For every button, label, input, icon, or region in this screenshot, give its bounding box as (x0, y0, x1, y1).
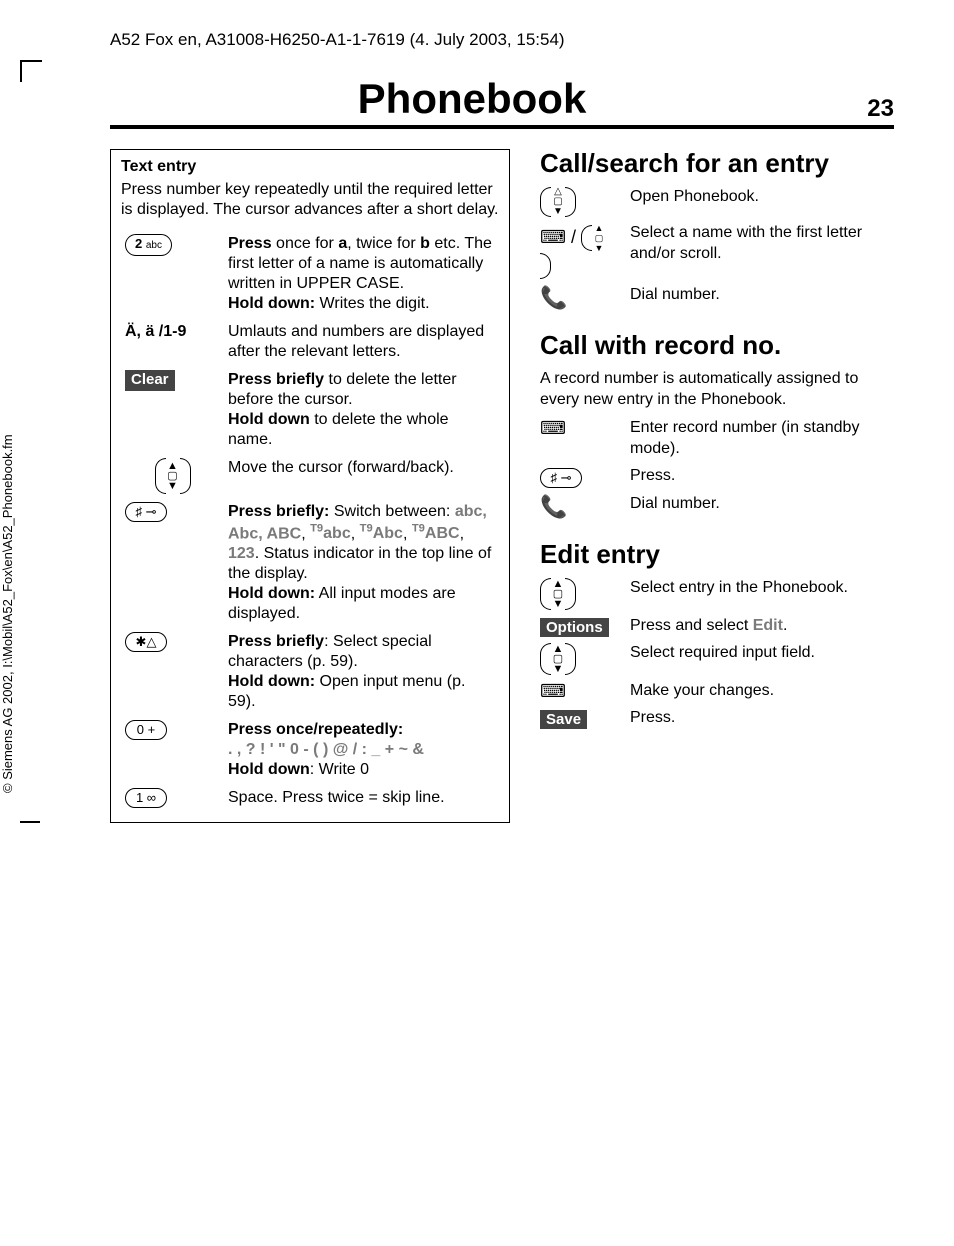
step-text: Dial number. (630, 285, 894, 306)
nav-key-icon: ▲▢▼ (592, 223, 606, 253)
step-text: Dial number. (630, 494, 894, 515)
h2-call-search: Call/search for an entry (540, 149, 894, 179)
row-zero: 0 + Press once/repeatedly: . , ? ! ' " 0… (121, 716, 499, 784)
softkey-clear: Clear (125, 370, 175, 391)
step-text: Select entry in the Phonebook. (630, 578, 894, 599)
copyright-vertical: © Siemens AG 2002, I:\Mobil\A52_Fox\en\A… (0, 435, 15, 794)
step-text: Select a name with the first letter and/… (630, 223, 894, 265)
keypad-icon: ⌨ (540, 681, 566, 701)
step-text: Press. (630, 708, 894, 729)
header-meta: A52 Fox en, A31008-H6250-A1-1-7619 (4. J… (110, 30, 894, 50)
softkey-save: Save (540, 710, 587, 729)
box-heading: Text entry (121, 158, 499, 176)
keypad-icon: ⌨ (540, 227, 566, 247)
nav-key-icon: ▲▢▼ (551, 644, 565, 674)
row-one: 1 ∞ Space. Press twice = skip line. (121, 784, 499, 812)
h2-record-no: Call with record no. (540, 331, 894, 361)
nav-key-icon: △▢▼ (551, 187, 565, 217)
key-2abc: 2 abc (125, 234, 172, 256)
row-key-2: 2 abc Press once for a, twice for b etc.… (121, 230, 499, 318)
step-text: Press and select Edit. (630, 616, 894, 637)
row-umlaut: Ä, ä /1-9 Umlauts and numbers are displa… (121, 318, 499, 366)
key-1: 1 ∞ (125, 788, 167, 808)
step-text: Open Phonebook. (630, 187, 894, 208)
step-text: Make your changes. (630, 681, 894, 702)
keypad-icon: ⌨ (540, 418, 566, 438)
key-hash: ♯ ⊸ (540, 468, 582, 488)
call-icon: 📞 (540, 494, 567, 519)
step-text: Enter record number (in standby mode). (630, 418, 894, 460)
call-icon: 📞 (540, 285, 567, 310)
row-hash: ♯ ⊸ Press briefly: Switch between: abc, … (121, 498, 499, 628)
key-hash: ♯ ⊸ (125, 502, 167, 522)
step-text: Press. (630, 466, 894, 487)
key-0: 0 + (125, 720, 167, 740)
row-navkey: ▲▢▼ Move the cursor (forward/back). (121, 454, 499, 498)
nav-key-icon: ▲▢▼ (166, 461, 180, 491)
text-entry-box: Text entry Press number key repeatedly u… (110, 149, 510, 823)
softkey-options: Options (540, 618, 609, 637)
chapter-title: Phonebook (110, 75, 834, 123)
row-star: ✱△ Press briefly: Select special charact… (121, 628, 499, 716)
page-number: 23 (834, 95, 894, 123)
section-intro: A record number is automatically assigne… (540, 369, 894, 411)
box-intro: Press number key repeatedly until the re… (121, 180, 499, 220)
key-star: ✱△ (125, 632, 167, 652)
h2-edit-entry: Edit entry (540, 540, 894, 570)
row-clear: Clear Press briefly to delete the letter… (121, 366, 499, 454)
step-text: Select required input field. (630, 643, 894, 664)
nav-key-icon: ▲▢▼ (551, 579, 565, 609)
